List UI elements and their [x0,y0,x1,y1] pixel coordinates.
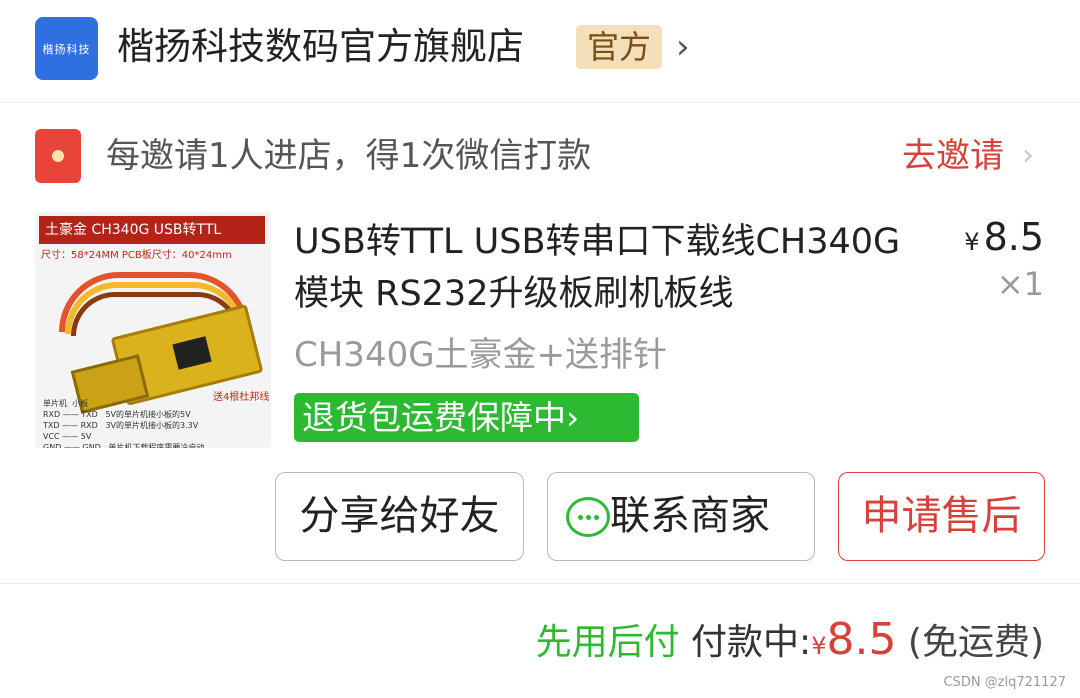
pay-later-label: 先用后付 [535,622,680,663]
watermark: CSDN @zlq721127 [943,675,1066,690]
product-title[interactable]: USB转TTL USB转串口下载线CH340G模块 RS232升级板刷机板线 [294,216,934,320]
product-spec: CH340G土豪金+送排针 [294,335,668,375]
payment-summary: 先用后付 付款中:¥8.5 (免运费) [536,612,1044,668]
product-quantity: ×1 [996,265,1044,303]
red-envelope-icon [35,129,81,183]
divider [0,102,1080,103]
store-logo: 楷扬科技 [35,17,98,80]
payment-status: 付款中: [691,622,812,663]
official-badge: 官方 [576,25,662,69]
invite-button[interactable]: 去邀请 [902,134,1004,178]
dot [594,515,599,520]
after-sale-button[interactable]: 申请售后 [838,472,1045,561]
divider [0,583,1080,584]
invite-promo-text: 每邀请1人进店，得1次微信打款 [106,136,592,176]
thumbnail-wiring-text: 单片机 小板 RXD —— TXD 5V的单片机接小板的5V TXD —— RX… [43,399,205,448]
contact-seller-label: 联系商家 [610,493,770,539]
shipping-note: (免运费) [907,622,1044,663]
store-header[interactable]: 楷扬科技 楷扬科技数码官方旗舰店 官方 › [0,0,1080,102]
dot [586,515,591,520]
product-price: ¥8.5 [964,214,1044,265]
thumbnail-banner: 土豪金 CH340G USB转TTL [39,216,265,244]
currency-symbol: ¥ [964,228,980,256]
thumbnail-send-text: 送4根杜邦线 [213,392,270,403]
currency-symbol: ¥ [811,632,827,660]
payment-amount: 8.5 [826,614,897,665]
dot [578,515,583,520]
share-button[interactable]: 分享给好友 [275,472,524,561]
price-value: 8.5 [983,215,1044,259]
chat-bubble-icon [566,497,610,537]
thumbnail-size-text: 尺寸：58*24MM PCB板尺寸：40*24mm [41,250,232,261]
product-thumbnail[interactable]: 土豪金 CH340G USB转TTL 尺寸：58*24MM PCB板尺寸：40*… [35,212,271,448]
store-name[interactable]: 楷扬科技数码官方旗舰店 [117,24,524,70]
chevron-right-icon[interactable]: › [676,27,690,67]
return-shipping-tag[interactable]: 退货包运费保障中› [294,393,639,442]
contact-seller-button[interactable]: 联系商家 [547,472,815,561]
chevron-right-icon[interactable]: › [1022,136,1034,176]
